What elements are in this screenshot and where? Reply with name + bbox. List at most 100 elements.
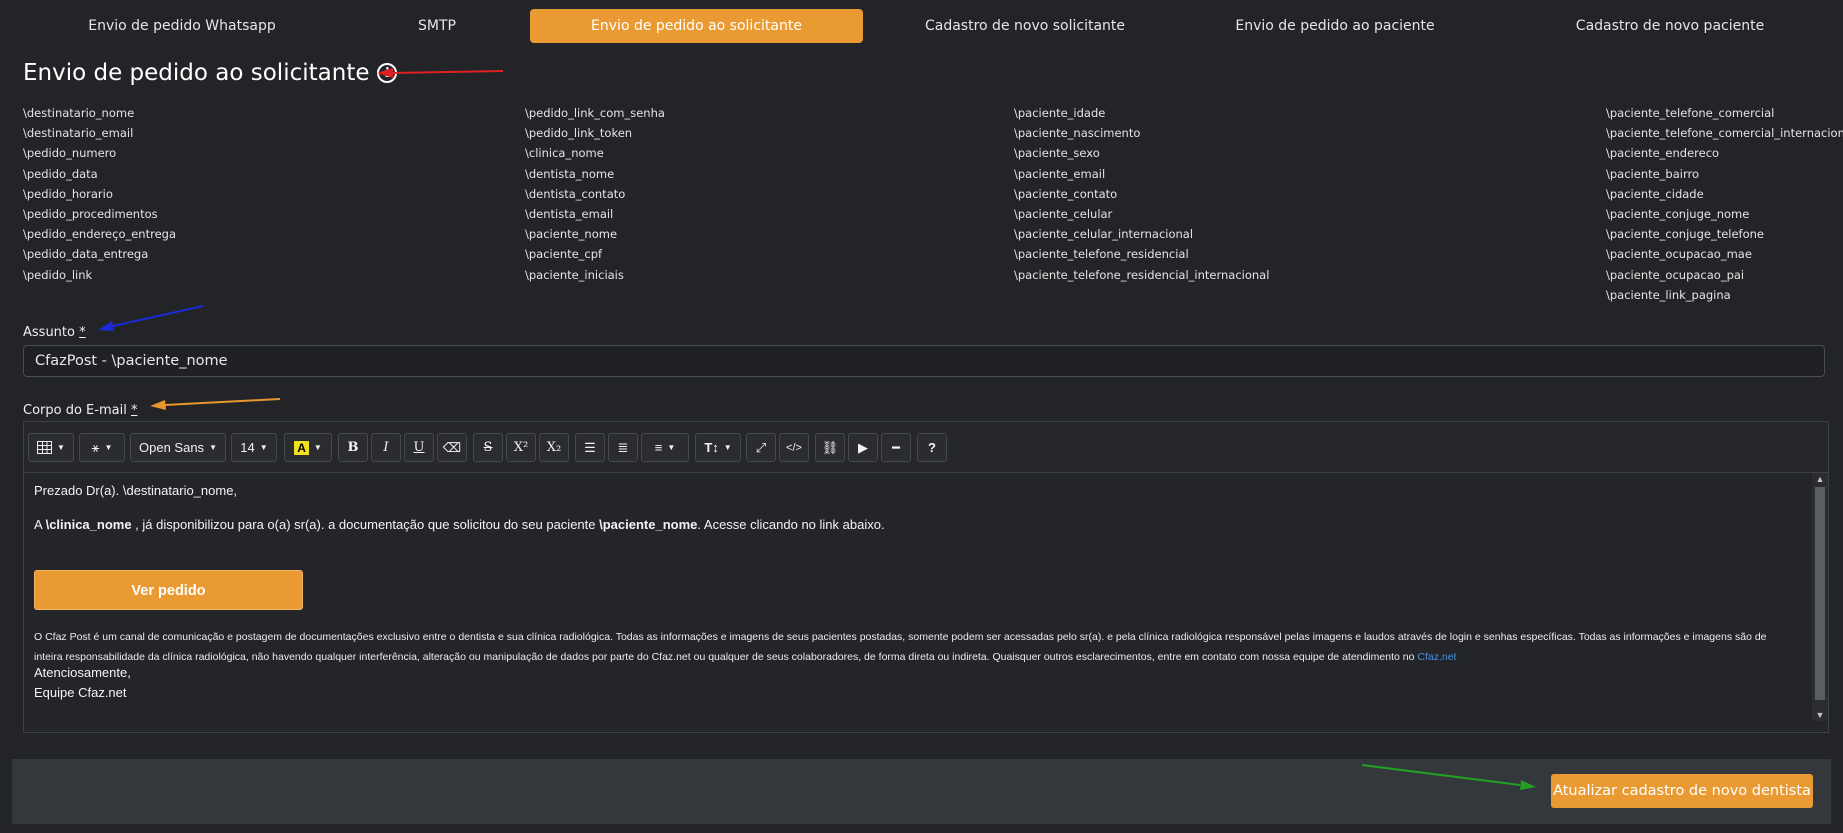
subject-input[interactable] bbox=[23, 345, 1825, 377]
help-button[interactable]: ? bbox=[917, 433, 947, 462]
variable-item: \pedido_numero bbox=[23, 146, 117, 161]
orange-arrow bbox=[150, 398, 281, 410]
underline-button[interactable]: U bbox=[404, 433, 434, 462]
numbered-list-icon: ≣ bbox=[617, 439, 629, 455]
legal-notice: O Cfaz Post é um canal de comunicação e … bbox=[34, 627, 1794, 667]
page-title-row: Envio de pedido ao solicitante i bbox=[23, 60, 398, 86]
editor-scrollbar[interactable]: ▲ ▼ bbox=[1812, 473, 1828, 721]
greeting-line: Prezado Dr(a). \destinatario_nome, bbox=[34, 483, 238, 498]
variable-item: \paciente_cidade bbox=[1606, 186, 1704, 201]
variables-column-2: \pedido_link_com_senha \pedido_link_token… bbox=[525, 103, 665, 285]
body-label: Corpo do E-mail bbox=[23, 403, 127, 418]
align-left-icon: ≡ bbox=[654, 440, 663, 455]
video-icon: ▶ bbox=[858, 439, 868, 455]
strikethrough-button[interactable]: S bbox=[473, 433, 503, 462]
subscript-button[interactable]: X₂ bbox=[539, 433, 569, 462]
chevron-down-icon: ▼ bbox=[313, 443, 322, 452]
info-icon[interactable]: i bbox=[377, 63, 398, 83]
magic-wand-icon: ⚹ bbox=[91, 439, 100, 455]
chevron-down-icon: ▼ bbox=[259, 443, 268, 452]
variable-item: \paciente_cpf bbox=[525, 247, 603, 262]
variable-item: \clinica_nome bbox=[525, 146, 604, 161]
font-family-value: Open Sans bbox=[139, 440, 205, 455]
font-family-select[interactable]: Open Sans ▼ bbox=[130, 433, 226, 462]
variable-item: \pedido_procedimentos bbox=[23, 206, 158, 221]
link-icon: ⛓ bbox=[821, 439, 839, 455]
tab-smtp[interactable]: SMTP bbox=[352, 9, 522, 43]
tab-envio-pedido-solicitante[interactable]: Envio de pedido ao solicitante bbox=[530, 9, 863, 43]
chevron-down-icon: ▼ bbox=[723, 443, 732, 452]
link-button[interactable]: ⛓ bbox=[815, 433, 845, 462]
tab-cadastro-novo-solicitante[interactable]: Cadastro de novo solicitante bbox=[870, 9, 1180, 43]
tab-envio-pedido-whatsapp[interactable]: Envio de pedido Whatsapp bbox=[12, 9, 352, 43]
variable-item: \paciente_telefone_residencial bbox=[1014, 247, 1189, 262]
variable-item: \dentista_contato bbox=[525, 186, 626, 201]
variable-item: \paciente_endereco bbox=[1606, 146, 1720, 161]
chevron-down-icon: ▼ bbox=[57, 443, 65, 452]
chevron-down-icon: ▼ bbox=[209, 443, 217, 452]
variable-item: \paciente_contato bbox=[1014, 186, 1118, 201]
subject-label-row: Assunto * bbox=[23, 325, 86, 340]
variable-item: \destinatario_email bbox=[23, 126, 134, 141]
variable-item: \pedido_link_com_senha bbox=[525, 106, 665, 120]
save-button[interactable]: Atualizar cadastro de novo dentista bbox=[1551, 774, 1813, 808]
ver-pedido-button[interactable]: Ver pedido bbox=[34, 570, 303, 610]
variable-item: \paciente_bairro bbox=[1606, 166, 1700, 181]
bold-button[interactable]: B bbox=[338, 433, 368, 462]
variable-item: \pedido_horario bbox=[23, 186, 113, 201]
variable-item: \paciente_celular bbox=[1014, 206, 1113, 221]
bullet-list-icon: ☰ bbox=[584, 439, 596, 455]
required-mark: * bbox=[79, 325, 86, 340]
superscript-button[interactable]: X² bbox=[506, 433, 536, 462]
variable-item: \dentista_nome bbox=[525, 166, 615, 181]
italic-button[interactable]: I bbox=[371, 433, 401, 462]
scrollbar-thumb[interactable] bbox=[1815, 487, 1825, 700]
variable-item: \paciente_nome bbox=[525, 227, 618, 242]
signature-line-2: Equipe Cfaz.net bbox=[34, 685, 127, 700]
signature-line-1: Atenciosamente, bbox=[34, 665, 131, 680]
scroll-up-icon[interactable]: ▲ bbox=[1812, 473, 1828, 485]
variable-item: \paciente_conjuge_telefone bbox=[1606, 227, 1764, 242]
variable-item: \paciente_sexo bbox=[1014, 146, 1100, 161]
editor-content[interactable]: Prezado Dr(a). \destinatario_nome, A \cl… bbox=[24, 473, 1810, 721]
media-button[interactable]: ▶ bbox=[848, 433, 878, 462]
eraser-button[interactable]: ⌫ bbox=[437, 433, 467, 462]
code-view-button[interactable]: </> bbox=[779, 433, 809, 462]
variable-item: \destinatario_nome bbox=[23, 106, 135, 120]
font-size-select[interactable]: 14 ▼ bbox=[231, 433, 277, 462]
variables-column-4: \paciente_telefone_comercial \paciente_te… bbox=[1606, 103, 1843, 305]
highlight-color-button[interactable]: A ▼ bbox=[284, 433, 332, 462]
bullet-list-button[interactable]: ☰ bbox=[575, 433, 605, 462]
text-height-icon: T↕ bbox=[704, 440, 719, 455]
cfaz-link[interactable]: Cfaz.net bbox=[1417, 651, 1456, 663]
align-button[interactable]: ≡ ▼ bbox=[641, 433, 689, 462]
variable-item: \paciente_celular_internacional bbox=[1014, 227, 1194, 242]
tab-cadastro-novo-paciente[interactable]: Cadastro de novo paciente bbox=[1500, 9, 1840, 43]
text-size-button[interactable]: T↕ ▼ bbox=[695, 433, 741, 462]
variable-item: \pedido_data bbox=[23, 166, 98, 181]
variable-item: \pedido_link_token bbox=[525, 126, 633, 141]
clinic-variable: \clinica_nome bbox=[45, 517, 132, 532]
body-text: , já disponibilizou para o(a) sr(a). a d… bbox=[131, 517, 600, 532]
required-mark: * bbox=[130, 403, 138, 418]
chevron-down-icon: ▼ bbox=[104, 443, 113, 452]
style-button[interactable]: ⚹ ▼ bbox=[79, 433, 125, 462]
variable-item: \paciente_telefone_comercial_internacion… bbox=[1606, 126, 1843, 141]
variable-item: \paciente_email bbox=[1014, 166, 1106, 181]
rich-text-editor: ▼ ⚹ ▼ Open Sans ▼ 14 ▼ A ▼ B I U ⌫ S X² X₂ ☰… bbox=[23, 421, 1829, 733]
table-icon bbox=[37, 441, 53, 454]
table-button[interactable]: ▼ bbox=[28, 433, 74, 462]
font-size-value: 14 bbox=[240, 440, 255, 455]
eraser-icon: ⌫ bbox=[442, 439, 462, 455]
fullscreen-button[interactable]: ⤢ bbox=[746, 433, 776, 462]
scroll-down-icon[interactable]: ▼ bbox=[1812, 709, 1828, 721]
tab-envio-pedido-paciente[interactable]: Envio de pedido ao paciente bbox=[1180, 9, 1490, 43]
horizontal-rule-button[interactable]: ━ bbox=[881, 433, 911, 462]
body-text: . Acesse clicando no link abaixo. bbox=[697, 517, 885, 532]
variable-item: \dentista_email bbox=[525, 206, 614, 221]
variable-item: \pedido_endereço_entrega bbox=[23, 227, 176, 242]
numbered-list-button[interactable]: ≣ bbox=[608, 433, 638, 462]
expand-icon: ⤢ bbox=[755, 439, 767, 455]
page-title: Envio de pedido ao solicitante bbox=[23, 60, 370, 86]
variable-item: \paciente_idade bbox=[1014, 106, 1106, 120]
